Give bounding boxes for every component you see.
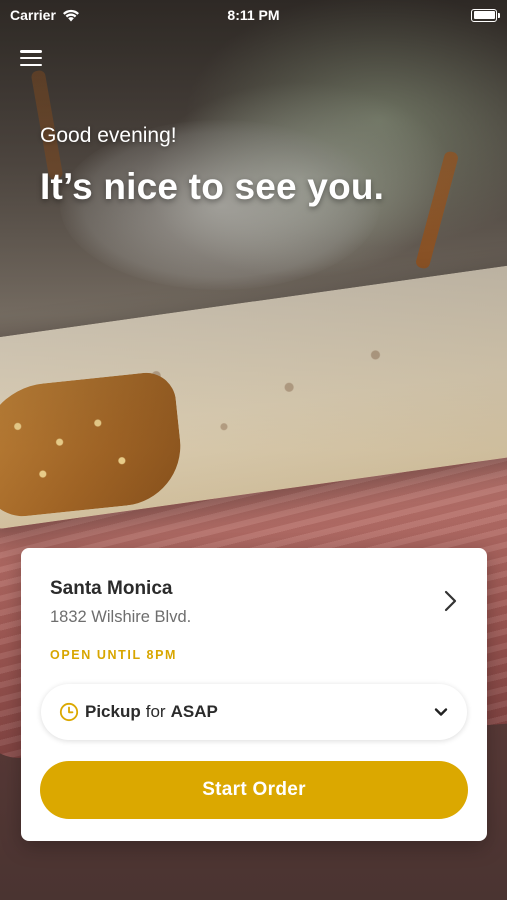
store-hours-badge: OPEN UNTIL 8PM: [50, 648, 178, 662]
clock-icon: [59, 702, 79, 722]
start-order-button[interactable]: Start Order: [40, 761, 468, 819]
chevron-down-icon: [434, 708, 448, 716]
store-location-selector[interactable]: Santa Monica 1832 Wilshire Blvd. OPEN UN…: [21, 548, 487, 668]
status-bar: Carrier 8:11 PM: [0, 0, 507, 30]
welcome-headline: It’s nice to see you.: [40, 166, 385, 207]
order-mode: Pickup: [85, 702, 141, 721]
pickup-time-selector[interactable]: Pickup for ASAP: [41, 684, 467, 740]
greeting-text: Good evening!: [40, 124, 177, 147]
order-mode-connector: for: [145, 702, 166, 721]
wifi-icon: [62, 9, 79, 21]
pickup-label: Pickup for ASAP: [85, 702, 218, 722]
store-name: Santa Monica: [50, 578, 173, 599]
order-time: ASAP: [170, 702, 218, 721]
hamburger-menu-icon[interactable]: [20, 48, 42, 68]
order-card: Santa Monica 1832 Wilshire Blvd. OPEN UN…: [21, 548, 487, 841]
store-address: 1832 Wilshire Blvd.: [50, 608, 192, 626]
carrier-label: Carrier: [10, 7, 56, 23]
battery-icon: [471, 8, 500, 22]
chevron-right-icon: [444, 590, 457, 612]
